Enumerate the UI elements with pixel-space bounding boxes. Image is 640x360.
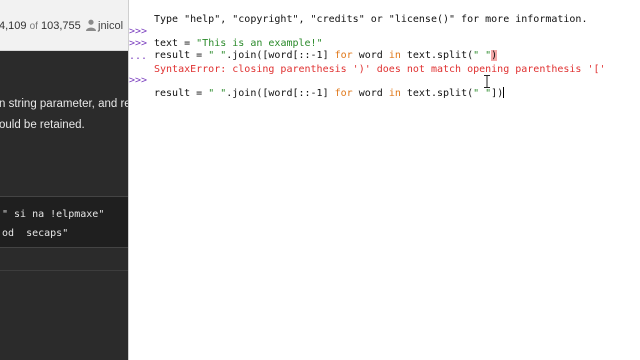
code-token: text = [154,38,197,49]
string-token: " " [473,50,492,61]
code-token: .join([word[::-1] [226,50,335,61]
shell-prompt: >>> [129,75,148,86]
code-token: word [352,50,389,61]
code-token: word [352,88,389,99]
code-token: ]) [491,88,504,99]
ibeam-cursor-icon [484,75,490,88]
string-token: " " [473,88,492,99]
stats-total: 103,755 [41,20,81,32]
error-highlight: ) [491,50,498,61]
shell-current-input-line[interactable]: >>> result = " ".join([word[::-1] for wo… [129,63,505,99]
keyword-token: for [334,88,353,99]
description-text: n string parameter, and re ould be retai… [0,94,128,136]
shell-code[interactable]: result = " ".join([word[::-1] for word i… [154,87,505,100]
code-token: result = [154,50,209,61]
description-line: n string parameter, and re [0,98,128,110]
stats-count: 4,109 [0,20,27,32]
username-link[interactable]: jnicol [98,20,123,32]
text-caret [503,87,505,98]
code-token: text.split( [400,88,474,99]
stats-of: of [29,21,38,32]
shell-banner: Type "help", "copyright", "credits" or "… [154,14,588,25]
code-token: result = [154,88,209,99]
keyword-token: in [388,88,401,99]
string-token: " " [208,50,227,61]
code-sample-line: od secaps" [2,228,69,239]
keyword-token: for [334,50,353,61]
website-panel: 4,109 of 103,755 jnicol n string paramet… [0,0,128,360]
code-token: .join([word[::-1] [226,88,335,99]
shell-code[interactable]: result = " ".join([word[::-1] for word i… [154,50,498,62]
user-icon [86,19,96,31]
code-sample-line: " si na !elpmaxe" [2,209,105,220]
code-sample: " si na !elpmaxe" od secaps" [0,196,128,248]
shell-continuation-line: ... [129,39,153,62]
shell-input-line[interactable]: >>> text = "This is an example!" [129,14,323,49]
description-line: ould be retained. [0,119,85,131]
code-token: text.split( [400,50,474,61]
shell-input-line[interactable]: >>> result = " ".join([word[::-1] for wo… [129,26,498,61]
website-header: 4,109 of 103,755 jnicol [0,0,128,51]
divider [0,270,128,271]
shell-banner-line: Type "help", "copyright", "credits" or "… [129,2,587,25]
syntax-error-message: SyntaxError: closing parenthesis ')' doe… [154,64,606,75]
python-shell-window[interactable]: Type "help", "copyright", "credits" or "… [128,0,640,360]
string-token: "This is an example!" [196,38,323,49]
keyword-token: in [388,50,401,61]
shell-code[interactable]: text = "This is an example!" [154,38,323,50]
reputation-stats: 4,109 of 103,755 [0,20,81,32]
string-token: " " [208,88,227,99]
